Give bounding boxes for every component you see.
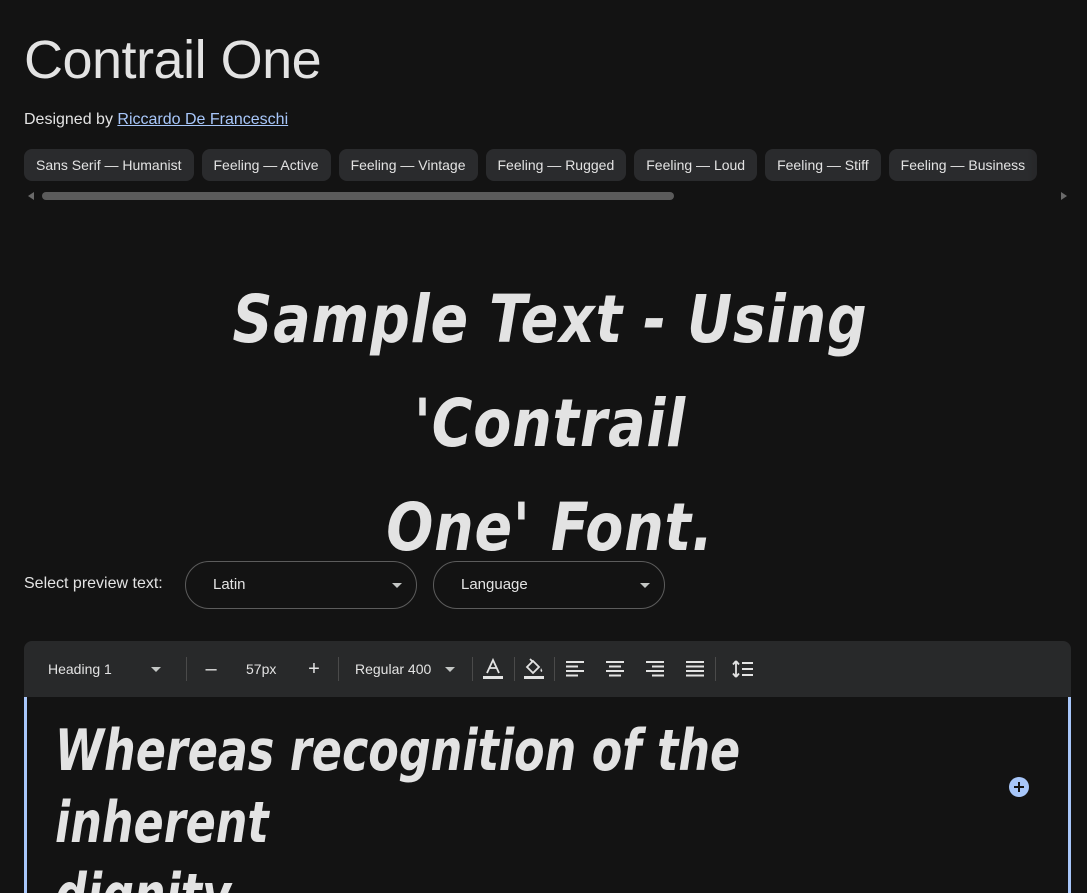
line-height-icon (732, 660, 753, 678)
designer-line: Designed by Riccardo De Franceschi (24, 111, 288, 129)
align-center-button[interactable] (601, 655, 629, 683)
tag-chip[interactable]: Feeling — Business (888, 149, 1038, 181)
editor-line-2: dignity (55, 859, 913, 893)
tag-chip[interactable]: Sans Serif — Humanist (24, 149, 194, 181)
toolbar-divider (472, 657, 473, 681)
minus-icon: – (205, 657, 217, 680)
font-size-value[interactable]: 57px (246, 641, 276, 697)
editor-toolbar: Heading 1 – 57px + Regular 400 (24, 641, 1071, 697)
align-center-icon (606, 661, 624, 677)
script-select-value: Latin (213, 576, 246, 593)
editor-text[interactable]: Whereas recognition of the inherent dign… (55, 715, 913, 893)
hero-line-1: Sample Text - Using 'Contrail (232, 281, 868, 462)
align-justify-button[interactable] (681, 655, 709, 683)
dropdown-caret-icon (151, 667, 161, 672)
sample-text-hero: Sample Text - Using 'Contrail One' Font. (122, 268, 979, 580)
decrease-size-button[interactable]: – (197, 655, 225, 683)
align-right-icon (646, 661, 664, 677)
highlight-color-button[interactable] (520, 655, 548, 683)
language-select-value: Language (461, 576, 528, 593)
tag-chip[interactable]: Feeling — Active (201, 149, 331, 181)
text-style-value: Heading 1 (48, 661, 112, 677)
font-title: Contrail One (24, 30, 322, 90)
fill-color-icon (524, 658, 544, 679)
increase-size-button[interactable]: + (300, 655, 328, 683)
scroll-right-arrow-icon[interactable] (1061, 192, 1067, 200)
tag-chip[interactable]: Feeling — Stiff (765, 149, 881, 181)
toolbar-divider (186, 657, 187, 681)
editor-line-1: Whereas recognition of the inherent (55, 718, 741, 856)
font-weight-select[interactable]: Regular 400 (355, 641, 465, 697)
text-style-select[interactable]: Heading 1 (48, 641, 188, 697)
text-color-icon (483, 657, 503, 679)
align-left-button[interactable] (561, 655, 589, 683)
dropdown-caret-icon (445, 667, 455, 672)
toolbar-divider (715, 657, 716, 681)
font-detail-page: Contrail One Designed by Riccardo De Fra… (0, 0, 1087, 893)
toolbar-divider (338, 657, 339, 681)
preview-text-label: Select preview text: (24, 575, 163, 592)
preview-editor[interactable]: Whereas recognition of the inherent dign… (24, 697, 1071, 893)
tag-list: Sans Serif — Humanist Feeling — Active Fee… (24, 149, 1071, 181)
text-color-button[interactable] (479, 655, 507, 683)
font-weight-value: Regular 400 (355, 661, 432, 677)
dropdown-caret-icon (392, 583, 402, 588)
tag-chip[interactable]: Feeling — Vintage (338, 149, 478, 181)
plus-circle-icon (1014, 782, 1024, 792)
toolbar-divider (514, 657, 515, 681)
script-select[interactable]: Latin (185, 561, 417, 609)
align-justify-icon (686, 661, 704, 677)
scroll-left-arrow-icon[interactable] (28, 192, 34, 200)
tag-chip[interactable]: Feeling — Rugged (485, 149, 627, 181)
line-height-button[interactable] (729, 655, 757, 683)
tag-list-fade (1027, 149, 1087, 181)
dropdown-caret-icon (640, 583, 650, 588)
add-preview-button[interactable] (1009, 777, 1029, 797)
align-right-button[interactable] (641, 655, 669, 683)
scrollbar-thumb[interactable] (42, 192, 674, 200)
designer-link[interactable]: Riccardo De Franceschi (117, 111, 288, 128)
toolbar-divider (554, 657, 555, 681)
plus-icon: + (308, 657, 320, 680)
align-left-icon (566, 661, 584, 677)
tag-scrollbar[interactable] (24, 190, 1071, 202)
designed-by-label: Designed by (24, 111, 113, 128)
tag-chip[interactable]: Feeling — Loud (634, 149, 758, 181)
language-select[interactable]: Language (433, 561, 665, 609)
